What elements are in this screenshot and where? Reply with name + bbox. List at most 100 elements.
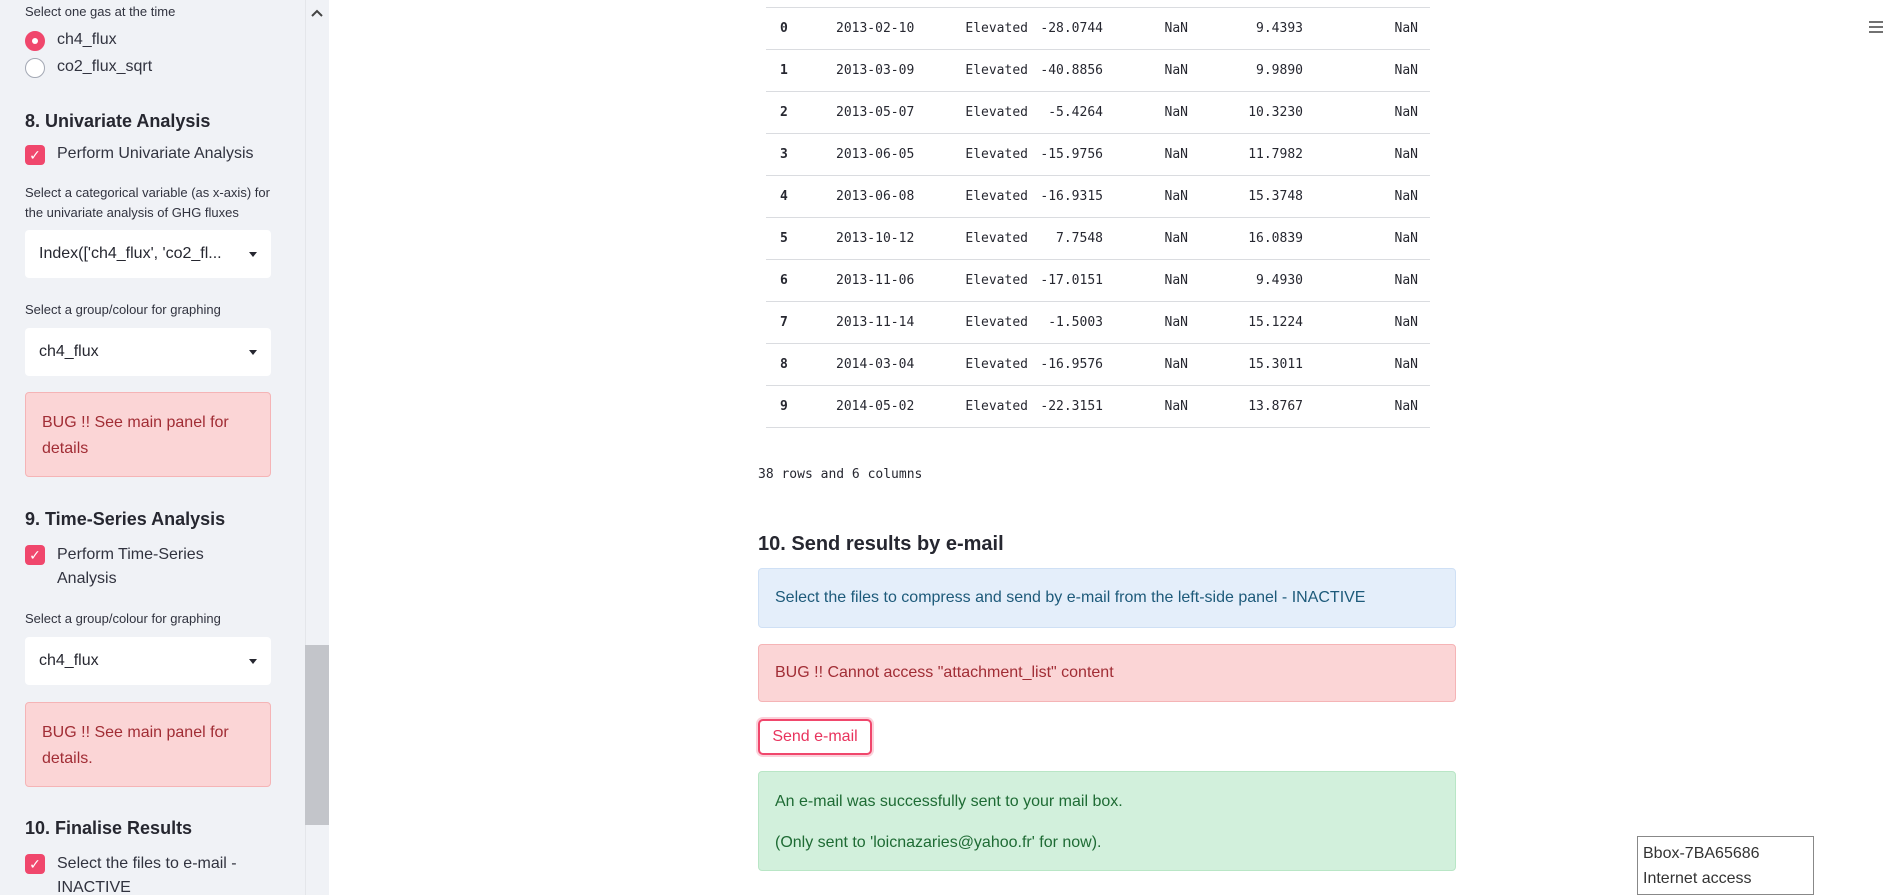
table-cell: 2013-06-08 — [814, 175, 923, 218]
table-row: 9 2014-05-02 Elevated -22.3151 NaN 13.8767 NaN — [766, 385, 1430, 428]
success-line-2: (Only sent to 'loicnazaries@yahoo.fr' fo… — [775, 834, 1102, 851]
row-index-cell: 4 — [766, 175, 814, 218]
table-cell: 2013-10-12 — [814, 217, 923, 260]
table-cell: -16.9315 — [1030, 175, 1115, 218]
section-time-series-title: 9. Time-Series Analysis — [25, 509, 226, 529]
table-cell: 11.7982 — [1200, 133, 1315, 176]
table-cell: Elevated — [923, 217, 1030, 260]
table-cell: 9.4393 — [1200, 7, 1315, 50]
table-cell: -17.0151 — [1030, 259, 1115, 302]
table-cell: 2013-11-14 — [814, 301, 923, 344]
table-row: 5 2013-10-12 Elevated 7.7548 NaN 16.0839 NaN — [766, 217, 1430, 260]
table-row: 7 2013-11-14 Elevated -1.5003 NaN 15.1224 NaN — [766, 301, 1430, 344]
check-icon[interactable]: ✓ — [25, 854, 45, 874]
caret-down-icon — [249, 658, 257, 664]
table-cell: Elevated — [923, 259, 1030, 302]
table-row: 0 2013-02-10 Elevated -28.0744 NaN 9.4393 NaN — [766, 7, 1430, 50]
table-row: 8 2014-03-04 Elevated -16.9576 NaN 15.3011 NaN — [766, 343, 1430, 386]
table-cell: NaN — [1315, 175, 1430, 218]
table-cell: -15.9756 — [1030, 133, 1115, 176]
select-value: ch4_flux — [39, 652, 99, 669]
checkbox-univariate[interactable]: ✓ Perform Univariate Analysis — [25, 145, 271, 165]
section-univariate-title: 8. Univariate Analysis — [25, 111, 211, 131]
network-name: Bbox-7BA65686 — [1643, 845, 1760, 862]
table-row: 2 2013-05-07 Elevated -5.4264 NaN 10.3230 NaN — [766, 91, 1430, 134]
table-cell: Elevated — [923, 49, 1030, 92]
table-cell: NaN — [1315, 91, 1430, 134]
table-cell: NaN — [1115, 7, 1200, 50]
select-value: ch4_flux — [39, 343, 99, 360]
table-cell: NaN — [1315, 133, 1430, 176]
table-cell: Elevated — [923, 301, 1030, 344]
table-cell: -28.0744 — [1030, 7, 1115, 50]
table-cell: NaN — [1115, 217, 1200, 260]
table-cell: 2013-03-09 — [814, 49, 923, 92]
radio-label: ch4_flux — [57, 31, 117, 48]
table-cell: NaN — [1315, 301, 1430, 344]
univariate-group-select[interactable]: ch4_flux — [25, 328, 271, 376]
menu-icon[interactable] — [1868, 18, 1884, 39]
table-cell: -40.8856 — [1030, 49, 1115, 92]
success-line-1: An e-mail was successfully sent to your … — [775, 793, 1123, 810]
table-row: 6 2013-11-06 Elevated -17.0151 NaN 9.4930 NaN — [766, 259, 1430, 302]
sidebar: Select one gas at the time ch4_flux co2_… — [0, 0, 329, 895]
send-email-button[interactable]: Send e-mail — [758, 719, 872, 755]
table-cell: NaN — [1115, 385, 1200, 428]
univariate-variable-select[interactable]: Index(['ch4_flux', 'co2_fl... — [25, 230, 271, 278]
table-cell: NaN — [1315, 217, 1430, 260]
email-info-alert: Select the files to compress and send by… — [758, 568, 1456, 628]
checkbox-label: Perform Time-Series Analysis — [57, 546, 204, 587]
table-cell: NaN — [1115, 49, 1200, 92]
network-tooltip: Bbox-7BA65686 Internet access — [1637, 836, 1814, 895]
table-cell: Elevated — [923, 91, 1030, 134]
section-finalise-title: 10. Finalise Results — [25, 818, 193, 838]
table-cell: Elevated — [923, 343, 1030, 386]
table-cell: 13.8767 — [1200, 385, 1315, 428]
check-icon[interactable]: ✓ — [25, 145, 45, 165]
checkbox-files-email[interactable]: ✓ Select the files to e-mail - INACTIVE — [25, 852, 271, 895]
radio-label: co2_flux_sqrt — [57, 58, 153, 75]
row-index-cell: 0 — [766, 7, 814, 50]
email-success-alert: An e-mail was successfully sent to your … — [758, 771, 1456, 871]
radio-unselected-icon[interactable] — [25, 58, 45, 78]
sidebar-scroll-thumb[interactable] — [305, 645, 329, 825]
check-icon[interactable]: ✓ — [25, 545, 45, 565]
table-cell: Elevated — [923, 133, 1030, 176]
table-cell: 7.7548 — [1030, 217, 1115, 260]
table-cell: NaN — [1115, 175, 1200, 218]
table-cell: 15.1224 — [1200, 301, 1315, 344]
email-bug-alert: BUG !! Cannot access "attachment_list" c… — [758, 644, 1456, 702]
table-cell: -1.5003 — [1030, 301, 1115, 344]
time-series-group-select[interactable]: ch4_flux — [25, 637, 271, 685]
table-cell: Elevated — [923, 175, 1030, 218]
bug-text: BUG !! Cannot access "attachment_list" c… — [775, 664, 1114, 681]
info-text: Select the files to compress and send by… — [775, 589, 1366, 606]
row-index-cell: 9 — [766, 385, 814, 428]
caret-down-icon — [249, 251, 257, 257]
radio-ch4-flux[interactable]: ch4_flux — [25, 31, 271, 51]
checkbox-label: Select the files to e-mail - INACTIVE — [57, 855, 237, 895]
table-cell: 2014-03-04 — [814, 343, 923, 386]
network-status: Internet access — [1643, 870, 1752, 887]
table-cell: 10.3230 — [1200, 91, 1315, 134]
dataframe-table: 0 2013-02-10 Elevated -28.0744 NaN 9.4393 NaN 1… — [766, 7, 1430, 428]
row-index-cell: 7 — [766, 301, 814, 344]
table-cell: 15.3748 — [1200, 175, 1315, 218]
table-cell: 2013-05-07 — [814, 91, 923, 134]
table-cell: NaN — [1315, 49, 1430, 92]
table-cell: NaN — [1115, 343, 1200, 386]
radio-selected-icon[interactable] — [25, 31, 45, 51]
row-index-cell: 2 — [766, 91, 814, 134]
univariate-group-prompt: Select a group/colour for graphing — [25, 302, 221, 317]
univariate-error-alert: BUG !! See main panel for details — [25, 392, 271, 477]
row-index-cell: 3 — [766, 133, 814, 176]
email-section-heading: 10. Send results by e-mail — [758, 533, 1004, 555]
radio-co2-flux-sqrt[interactable]: co2_flux_sqrt — [25, 58, 271, 78]
time-series-error-alert: BUG !! See main panel for details. — [25, 702, 271, 787]
univariate-variable-prompt: Select a categorical variable (as x-axis… — [25, 185, 270, 220]
chevron-up-icon[interactable] — [305, 0, 329, 26]
checkbox-time-series[interactable]: ✓ Perform Time-Series Analysis — [25, 543, 271, 591]
table-cell: 15.3011 — [1200, 343, 1315, 386]
table-cell: Elevated — [923, 7, 1030, 50]
table-cell: NaN — [1115, 133, 1200, 176]
